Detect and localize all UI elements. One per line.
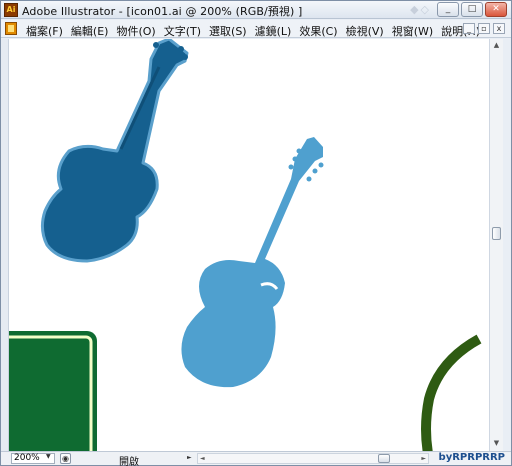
menu-bar: 檔案(F) 編輯(E) 物件(O) 文字(T) 選取(S) 濾鏡(L) 效果(C…: [1, 20, 511, 38]
green-sign[interactable]: [9, 331, 97, 451]
doc-minimize-button[interactable]: _: [463, 23, 475, 34]
horizontal-scrollbar[interactable]: ◄ ►: [197, 453, 429, 464]
menu-file[interactable]: 檔案(F): [23, 23, 68, 39]
document-controls: _ ▫ x: [463, 23, 505, 34]
minimize-button[interactable]: _: [437, 2, 459, 17]
window-title: Adobe Illustrator - [icon01.ai @ 200% (R…: [22, 5, 303, 18]
menu-edit[interactable]: 編輯(E): [68, 23, 114, 39]
status-bar: 200% ▼ ◉ 開啟 ► ◄ ► byRPRPRRP: [1, 451, 511, 466]
maximize-button[interactable]: □: [461, 2, 483, 17]
title-bar[interactable]: Ai Adobe Illustrator - [icon01.ai @ 200%…: [1, 1, 511, 19]
doc-restore-button[interactable]: ▫: [478, 23, 490, 34]
right-edge: [503, 39, 511, 451]
vertical-scroll-thumb[interactable]: [492, 227, 501, 240]
scroll-down-icon[interactable]: ▼: [492, 439, 501, 448]
menu-type[interactable]: 文字(T): [161, 23, 206, 39]
artboard-canvas[interactable]: [9, 39, 489, 451]
light-blue-guitar[interactable]: [181, 137, 324, 388]
vertical-scrollbar[interactable]: ▲ ▼: [489, 39, 503, 451]
green-arc[interactable]: [421, 334, 482, 451]
menu-select[interactable]: 選取(S): [206, 23, 252, 39]
left-ruler: [1, 39, 9, 451]
status-menu-icon[interactable]: ◉: [60, 453, 71, 464]
title-bar-ghost-icons: ◆◇: [410, 3, 431, 16]
document-icon[interactable]: [5, 22, 17, 35]
dark-blue-guitar[interactable]: [40, 39, 189, 263]
credit-text: byRPRPRRP: [438, 452, 505, 463]
status-dropdown-icon[interactable]: ►: [187, 454, 192, 461]
menu-filter[interactable]: 濾鏡(L): [252, 23, 297, 39]
artwork-svg: [9, 39, 482, 451]
menu-effect[interactable]: 效果(C): [296, 23, 342, 39]
menu-object[interactable]: 物件(O): [113, 23, 160, 39]
menu-window[interactable]: 視窗(W): [389, 23, 438, 39]
illustrator-app-icon[interactable]: Ai: [4, 3, 18, 17]
scroll-up-icon[interactable]: ▲: [492, 41, 501, 50]
menu-items: 檔案(F) 編輯(E) 物件(O) 文字(T) 選取(S) 濾鏡(L) 效果(C…: [23, 23, 485, 39]
illustrator-window: Ai Adobe Illustrator - [icon01.ai @ 200%…: [0, 0, 512, 466]
scroll-left-icon[interactable]: ◄: [200, 454, 205, 463]
status-label[interactable]: 開啟: [119, 453, 139, 466]
window-controls: _ □ ✕: [437, 2, 507, 17]
doc-close-button[interactable]: x: [493, 23, 505, 34]
close-button[interactable]: ✕: [485, 2, 507, 17]
horizontal-scroll-thumb[interactable]: [378, 454, 390, 463]
menu-view[interactable]: 檢視(V): [343, 23, 389, 39]
scroll-right-icon[interactable]: ►: [421, 454, 426, 463]
zoom-dropdown-icon[interactable]: ▼: [46, 453, 51, 460]
